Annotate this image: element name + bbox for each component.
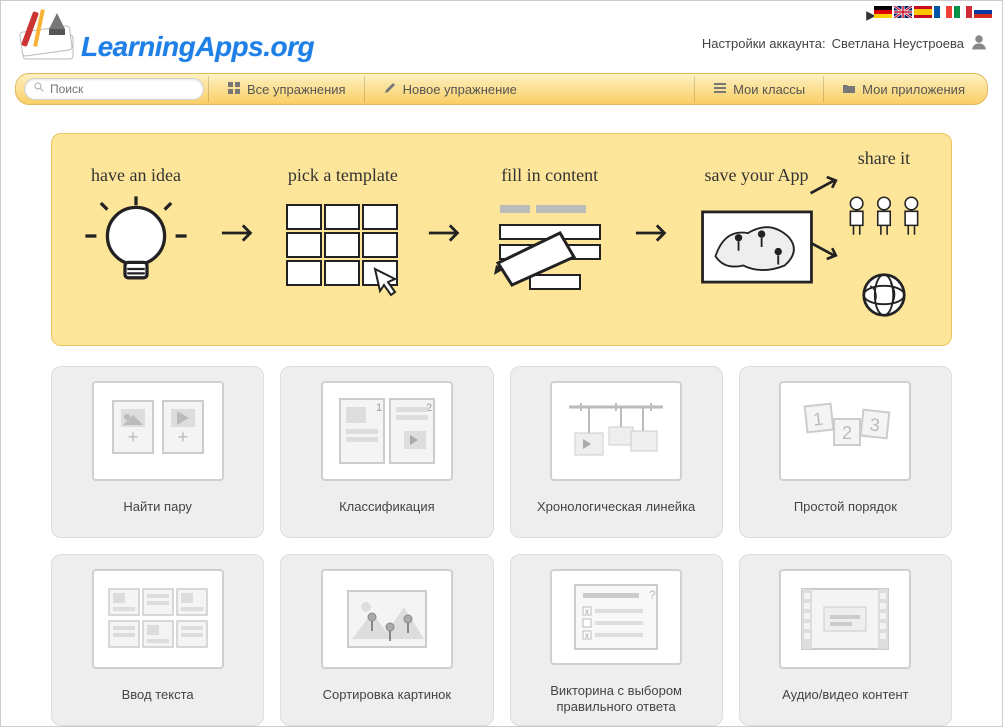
card-preview-icon: 1 2 3 [779, 381, 911, 481]
grid-icon [227, 81, 241, 98]
workflow-step2-label: pick a template [288, 165, 398, 186]
workflow-step1-label: have an idea [91, 165, 181, 186]
app-map-icon [697, 192, 817, 307]
flag-ru-icon[interactable] [974, 5, 992, 23]
card-label: Сортировка картинок [323, 687, 451, 703]
card-preview-icon: 12 [321, 381, 453, 481]
card-preview-icon: ? x x [550, 569, 682, 665]
list-icon [713, 81, 727, 98]
card-label: Классификация [339, 499, 435, 515]
workflow-step5-label: share it [858, 148, 910, 169]
svg-text:+: + [177, 427, 188, 447]
folder-icon [842, 81, 856, 98]
svg-text:?: ? [649, 588, 656, 602]
template-card-simple-order[interactable]: 1 2 3 Простой порядок [739, 366, 952, 538]
nav-label: Мои классы [733, 82, 805, 97]
account-prefix: Настройки аккаунта: [702, 36, 826, 51]
workflow-step3-label: fill in content [501, 165, 598, 186]
card-label: Найти пару [123, 499, 192, 515]
form-fill-icon [490, 192, 610, 307]
flag-fr-icon[interactable] [934, 5, 952, 23]
nav-label: Новое упражнение [403, 82, 517, 97]
account-name: Светлана Неустроева [832, 36, 964, 51]
nav-my-apps[interactable]: Мои приложения [828, 74, 979, 104]
nav-all-exercises[interactable]: Все упражнения [213, 74, 360, 104]
template-card-text-input[interactable]: Ввод текста [51, 554, 264, 726]
svg-text:2: 2 [842, 423, 852, 443]
user-icon [970, 33, 988, 54]
svg-text:1: 1 [376, 402, 382, 414]
account-settings-link[interactable]: Настройки аккаунта: Светлана Неустроева [702, 33, 988, 54]
workflow-banner: have an idea pick a template [51, 133, 952, 346]
arrow-down-right-icon [807, 239, 843, 266]
nav-my-classes[interactable]: Мои классы [699, 74, 819, 104]
people-icon [841, 194, 927, 243]
template-card-timeline[interactable]: Хронологическая линейка [510, 366, 723, 538]
flag-pointer-icon [862, 9, 872, 19]
workflow-step4-label: save your App [705, 165, 809, 186]
template-card-classification[interactable]: 12 Классификация [280, 366, 493, 538]
svg-text:+: + [127, 427, 138, 447]
main-navbar: Все упражнения Новое упражнение Мои клас… [15, 73, 988, 105]
template-card-quiz[interactable]: ? x x Викторина с выбором правильного от… [510, 554, 723, 726]
nav-label: Мои приложения [862, 82, 965, 97]
search-input[interactable] [50, 82, 195, 96]
template-card-image-sort[interactable]: Сортировка картинок [280, 554, 493, 726]
flag-de-icon[interactable] [874, 5, 892, 23]
arrow-up-right-icon [807, 175, 843, 202]
card-label: Хронологическая линейка [537, 499, 695, 515]
template-grid-icon [283, 192, 403, 307]
lightbulb-icon [76, 192, 196, 307]
card-preview-icon [92, 569, 224, 669]
flag-es-icon[interactable] [914, 5, 932, 23]
svg-text:x: x [585, 631, 589, 640]
arrow-right-icon [634, 218, 672, 253]
search-input-wrap[interactable] [24, 78, 204, 100]
pencil-icon [383, 81, 397, 98]
svg-text:3: 3 [869, 415, 881, 436]
globe-icon [861, 272, 907, 323]
logo-icon [15, 7, 85, 63]
card-preview-icon: + + [92, 381, 224, 481]
card-preview-icon [550, 381, 682, 481]
arrow-right-icon [220, 218, 258, 253]
template-card-find-pair[interactable]: + + Найти пару [51, 366, 264, 538]
nav-new-exercise[interactable]: Новое упражнение [369, 74, 531, 104]
svg-text:x: x [585, 607, 589, 616]
site-title[interactable]: LearningApps.org [81, 31, 314, 63]
arrow-right-icon [427, 218, 465, 253]
template-card-audio-video[interactable]: Аудио/видео контент [739, 554, 952, 726]
card-preview-icon [779, 569, 911, 669]
card-preview-icon [321, 569, 453, 669]
flag-en-icon[interactable] [894, 5, 912, 23]
flag-it-icon[interactable] [954, 5, 972, 23]
svg-text:1: 1 [812, 409, 824, 430]
nav-label: Все упражнения [247, 82, 346, 97]
card-label: Аудио/видео контент [782, 687, 909, 703]
card-label: Ввод текста [122, 687, 194, 703]
search-icon [33, 80, 45, 98]
card-label: Викторина с выбором правильного ответа [521, 683, 712, 716]
card-label: Простой порядок [794, 499, 897, 515]
